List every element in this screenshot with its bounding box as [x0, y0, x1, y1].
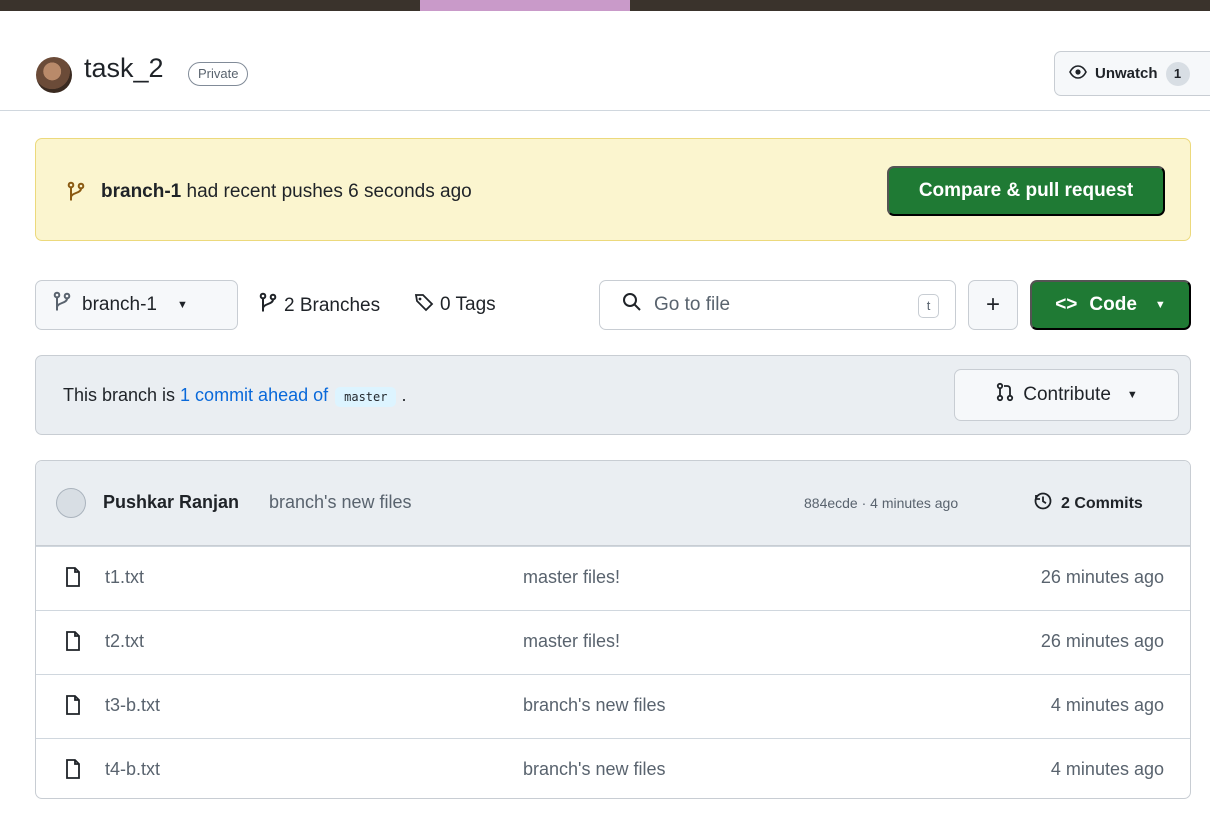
commits-history-link[interactable]: 2 Commits [1033, 491, 1143, 516]
contribute-button[interactable]: Contribute ▼ [954, 369, 1179, 421]
eye-icon [1069, 63, 1087, 85]
latest-commit-row: Pushkar Ranjan branch's new files 884ecd… [36, 461, 1190, 546]
branch-selector[interactable]: branch-1 ▼ [35, 280, 238, 330]
file-name[interactable]: t3-b.txt [105, 695, 160, 716]
file-icon [65, 567, 81, 592]
branch-status-message: This branch is 1 commit ahead of master . [63, 385, 407, 407]
branch-status-box: This branch is 1 commit ahead of master .… [35, 355, 1191, 435]
chevron-down-icon: ▼ [1126, 389, 1138, 401]
repository-header: task_2 Private Unwatch 1 [0, 11, 1210, 111]
history-icon [1033, 491, 1053, 516]
chevron-down-icon: ▼ [177, 299, 188, 311]
file-icon [65, 759, 81, 784]
file-updated-time: 26 minutes ago [1040, 567, 1164, 587]
latest-commit-message[interactable]: branch's new files [269, 492, 412, 513]
repo-owner-avatar[interactable] [36, 57, 72, 93]
file-name[interactable]: t2.txt [105, 631, 144, 652]
go-to-file-placeholder: Go to file [654, 294, 731, 315]
branch-icon [258, 292, 278, 320]
repo-title[interactable]: task_2 [84, 53, 164, 84]
file-commit-message[interactable]: branch's new files [523, 759, 666, 780]
search-icon [622, 292, 642, 318]
file-row[interactable]: t2.txt master files! 26 minutes ago [36, 610, 1190, 674]
file-row[interactable]: t4-b.txt branch's new files 4 minutes ag… [36, 738, 1190, 798]
branch-icon [52, 291, 72, 319]
tags-count: 0 Tags [440, 294, 496, 315]
branches-link[interactable]: 2 Branches [258, 292, 380, 320]
top-strip-accent [420, 0, 630, 11]
tag-icon [414, 292, 434, 318]
window-top-strip [0, 0, 1210, 11]
file-commit-message[interactable]: master files! [523, 567, 620, 588]
unwatch-button[interactable]: Unwatch 1 [1054, 51, 1210, 96]
file-row[interactable]: t3-b.txt branch's new files 4 minutes ag… [36, 674, 1190, 738]
recent-push-message: branch-1 had recent pushes 6 seconds ago [101, 181, 472, 203]
code-button[interactable]: <> Code ▼ [1030, 280, 1191, 330]
branch-icon [66, 181, 86, 208]
visibility-badge: Private [188, 62, 249, 86]
unwatch-label: Unwatch [1095, 65, 1158, 82]
tags-link[interactable]: 0 Tags [414, 292, 496, 318]
file-commit-message[interactable]: branch's new files [523, 695, 666, 716]
pull-request-icon [995, 382, 1015, 408]
branches-count: 2 Branches [284, 295, 381, 316]
latest-commit-meta[interactable]: 884ecde · 4 minutes ago [804, 495, 958, 511]
go-to-file-search[interactable]: Go to file t [599, 280, 956, 330]
recent-push-banner: branch-1 had recent pushes 6 seconds ago… [35, 138, 1191, 241]
branch-status-suffix: . [396, 385, 407, 405]
add-file-button[interactable]: + [968, 280, 1018, 330]
compare-pull-request-button[interactable]: Compare & pull request [887, 166, 1165, 216]
commit-author[interactable]: Pushkar Ranjan [103, 492, 239, 513]
commit-ahead-link[interactable]: 1 commit ahead of [180, 385, 328, 405]
contribute-label: Contribute [1023, 384, 1111, 405]
file-row[interactable]: t1.txt master files! 26 minutes ago [36, 546, 1190, 610]
file-updated-time: 4 minutes ago [1050, 759, 1164, 779]
commit-author-avatar[interactable] [56, 488, 86, 518]
recent-push-text: had recent pushes 6 seconds ago [181, 181, 472, 202]
file-updated-time: 26 minutes ago [1040, 631, 1164, 651]
chevron-down-icon: ▼ [1154, 299, 1166, 311]
file-icon [65, 631, 81, 656]
current-branch-label: branch-1 [82, 294, 157, 315]
code-button-label: Code [1089, 294, 1137, 315]
commits-count: 2 Commits [1061, 494, 1143, 512]
file-icon [65, 695, 81, 720]
keyboard-shortcut-hint: t [918, 294, 939, 318]
file-browser: Pushkar Ranjan branch's new files 884ecd… [35, 460, 1191, 799]
code-icon: <> [1055, 294, 1078, 315]
file-updated-time: 4 minutes ago [1050, 695, 1164, 715]
recent-push-branch[interactable]: branch-1 [101, 181, 181, 202]
branch-status-prefix: This branch is [63, 385, 181, 405]
file-name[interactable]: t4-b.txt [105, 759, 160, 780]
file-name[interactable]: t1.txt [105, 567, 144, 588]
base-branch-label[interactable]: master [335, 387, 397, 407]
watchers-count: 1 [1165, 61, 1190, 86]
file-commit-message[interactable]: master files! [523, 631, 620, 652]
